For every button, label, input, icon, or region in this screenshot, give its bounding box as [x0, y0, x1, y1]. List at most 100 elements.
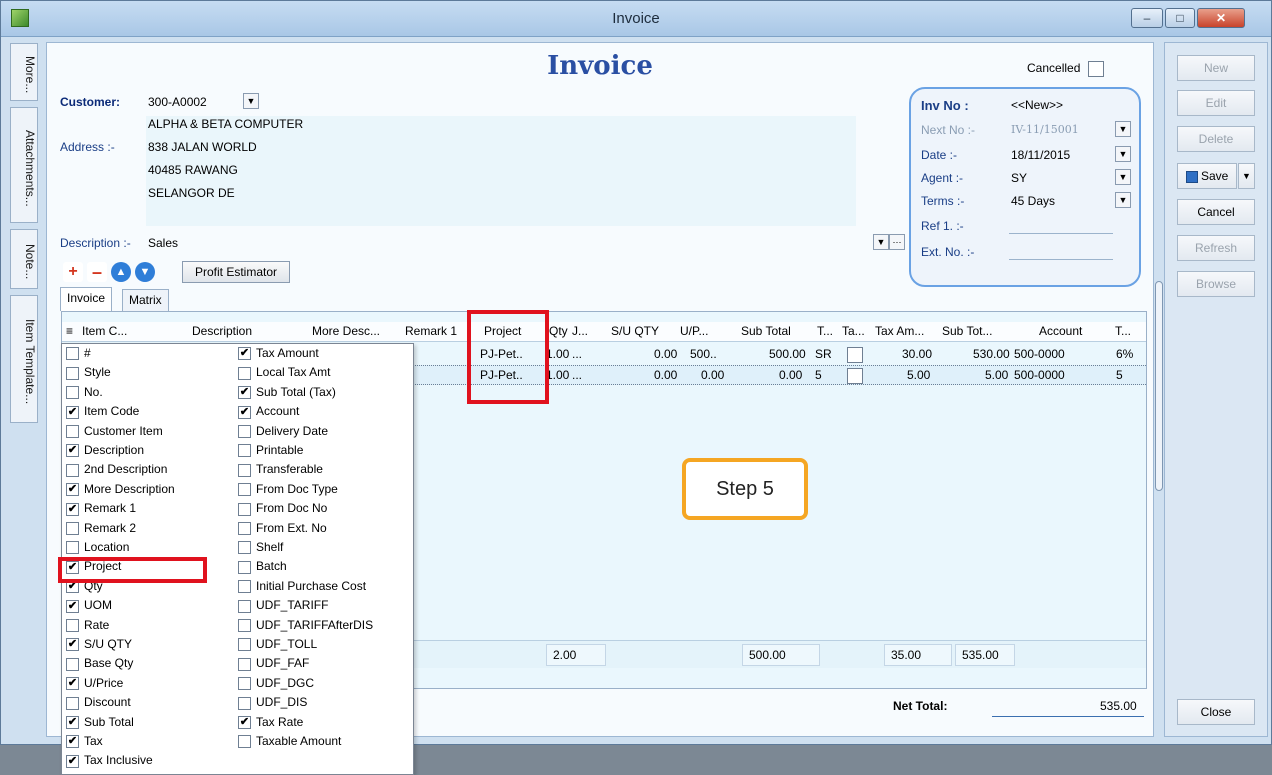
row-1-sub-total[interactable]: 500.00: [769, 347, 806, 361]
col-remark-1[interactable]: Remark 1: [405, 324, 457, 338]
column-option-checkbox[interactable]: [66, 424, 79, 438]
row-2-tax-inclusive[interactable]: [847, 368, 863, 384]
save-options-dropdown[interactable]: ▼: [1238, 163, 1255, 189]
side-tab-more[interactable]: More...: [10, 43, 38, 101]
col-tax-rate[interactable]: T...: [1115, 324, 1131, 338]
row-1-qty[interactable]: 1.00: [546, 347, 569, 361]
row-2-j[interactable]: ...: [572, 368, 582, 382]
column-option[interactable]: Taxable Amount: [238, 734, 341, 753]
row-2-sub-total-tax[interactable]: 5.00: [985, 368, 1008, 382]
date-dropdown[interactable]: ▼: [1115, 146, 1131, 162]
row-2-qty[interactable]: 1.00: [546, 368, 569, 382]
column-option[interactable]: ✔ Sub Total: [66, 715, 134, 734]
column-option-checkbox[interactable]: [238, 677, 251, 691]
col-tax-inclusive[interactable]: Ta...: [842, 324, 865, 338]
side-tab-note[interactable]: Note...: [10, 229, 38, 289]
side-tab-attachments[interactable]: Attachments...: [10, 107, 38, 223]
column-option-checkbox[interactable]: ✔: [66, 754, 79, 768]
browse-button[interactable]: Browse: [1177, 271, 1255, 297]
column-option[interactable]: From Ext. No: [238, 521, 327, 540]
customer-code[interactable]: 300-A0002: [148, 95, 207, 109]
column-option-checkbox[interactable]: ✔: [66, 444, 79, 458]
customer-dropdown[interactable]: ▼: [243, 93, 259, 109]
column-option-checkbox[interactable]: ✔: [238, 715, 251, 729]
column-option-checkbox[interactable]: [238, 618, 251, 632]
col-tax-code[interactable]: T...: [817, 324, 833, 338]
column-option[interactable]: Customer Item: [66, 424, 163, 443]
column-option-checkbox[interactable]: ✔: [238, 347, 251, 361]
column-option-checkbox[interactable]: [238, 696, 251, 710]
column-option-checkbox[interactable]: ✔: [66, 715, 79, 729]
column-option[interactable]: ✔ Tax Amount: [238, 346, 319, 365]
move-down-icon[interactable]: ▼: [135, 262, 155, 282]
column-option-checkbox[interactable]: ✔: [238, 405, 251, 419]
col-j[interactable]: J...: [572, 324, 588, 338]
column-option[interactable]: Rate: [66, 618, 109, 637]
col-tax-amount[interactable]: Tax Am...: [875, 324, 924, 338]
column-option-checkbox[interactable]: [238, 560, 251, 574]
description-more-button[interactable]: ⋯: [889, 234, 905, 250]
column-option[interactable]: Batch: [238, 559, 287, 578]
col-sub-total-tax[interactable]: Sub Tot...: [942, 324, 992, 338]
column-option[interactable]: ✔ Account: [238, 404, 299, 423]
cancel-button[interactable]: Cancel: [1177, 199, 1255, 225]
agent-dropdown[interactable]: ▼: [1115, 169, 1131, 185]
cancelled-checkbox[interactable]: [1087, 61, 1104, 77]
row-1-tax-rate[interactable]: 6%: [1116, 347, 1133, 361]
column-option[interactable]: ✔ Sub Total (Tax): [238, 385, 336, 404]
add-row-icon[interactable]: +: [63, 262, 83, 282]
column-option-checkbox[interactable]: [238, 366, 251, 380]
column-option-checkbox[interactable]: [66, 521, 79, 535]
column-option-checkbox[interactable]: [238, 463, 251, 477]
column-option-checkbox[interactable]: ✔: [66, 405, 79, 419]
column-option-checkbox[interactable]: [238, 638, 251, 652]
row-2-tax-code[interactable]: 5: [815, 368, 822, 382]
column-option-checkbox[interactable]: [238, 735, 251, 749]
col-sub-total[interactable]: Sub Total: [741, 324, 791, 338]
column-option-checkbox[interactable]: [66, 347, 79, 361]
column-option-checkbox[interactable]: [66, 657, 79, 671]
new-button[interactable]: New: [1177, 55, 1255, 81]
ref1-field[interactable]: [1009, 233, 1113, 234]
edit-button[interactable]: Edit: [1177, 90, 1255, 116]
row-2-sub-total[interactable]: 0.00: [779, 368, 802, 382]
column-option[interactable]: ✔ S/U QTY: [66, 637, 132, 656]
row-1-tax-code[interactable]: SR: [815, 347, 832, 361]
column-option-checkbox[interactable]: [238, 541, 251, 555]
ext-no-field[interactable]: [1009, 259, 1113, 260]
column-option-checkbox[interactable]: ✔: [66, 599, 79, 613]
column-option[interactable]: ✔ More Description: [66, 482, 175, 501]
terms-dropdown[interactable]: ▼: [1115, 192, 1131, 208]
column-option-checkbox[interactable]: [238, 657, 251, 671]
column-option[interactable]: From Doc Type: [238, 482, 338, 501]
column-option-checkbox[interactable]: [66, 366, 79, 380]
column-option-checkbox[interactable]: [238, 444, 251, 458]
column-option[interactable]: No.: [66, 385, 103, 404]
col-su-qty[interactable]: S/U QTY: [611, 324, 659, 338]
column-option[interactable]: Initial Purchase Cost: [238, 579, 366, 598]
delete-button[interactable]: Delete: [1177, 126, 1255, 152]
col-more-desc[interactable]: More Desc...: [312, 324, 380, 338]
column-option[interactable]: UDF_FAF: [238, 656, 309, 675]
date-value[interactable]: 18/11/2015: [1011, 148, 1070, 162]
column-option-checkbox[interactable]: [66, 386, 79, 400]
tax-inclusive-checkbox[interactable]: [847, 347, 863, 363]
column-option[interactable]: UDF_DIS: [238, 695, 307, 714]
column-option[interactable]: Remark 2: [66, 521, 136, 540]
column-option[interactable]: ✔ Tax Inclusive: [66, 753, 153, 772]
column-option-checkbox[interactable]: ✔: [66, 677, 79, 691]
column-option-checkbox[interactable]: ✔: [238, 386, 251, 400]
column-option[interactable]: Transferable: [238, 462, 323, 481]
tax-inclusive-checkbox[interactable]: [847, 368, 863, 384]
profit-estimator-button[interactable]: Profit Estimator: [182, 261, 290, 283]
column-option[interactable]: Discount: [66, 695, 131, 714]
column-option[interactable]: ✔ Tax: [66, 734, 103, 753]
column-option-checkbox[interactable]: [238, 521, 251, 535]
move-up-icon[interactable]: ▲: [111, 262, 131, 282]
column-option-checkbox[interactable]: ✔: [66, 483, 79, 497]
row-1-sub-total-tax[interactable]: 530.00: [973, 347, 1010, 361]
close-window-button[interactable]: ✕: [1197, 8, 1245, 28]
row-2-account[interactable]: 500-0000: [1014, 368, 1065, 382]
row-1-tax-amount[interactable]: 30.00: [902, 347, 932, 361]
column-option[interactable]: UDF_TARIFF: [238, 598, 328, 617]
